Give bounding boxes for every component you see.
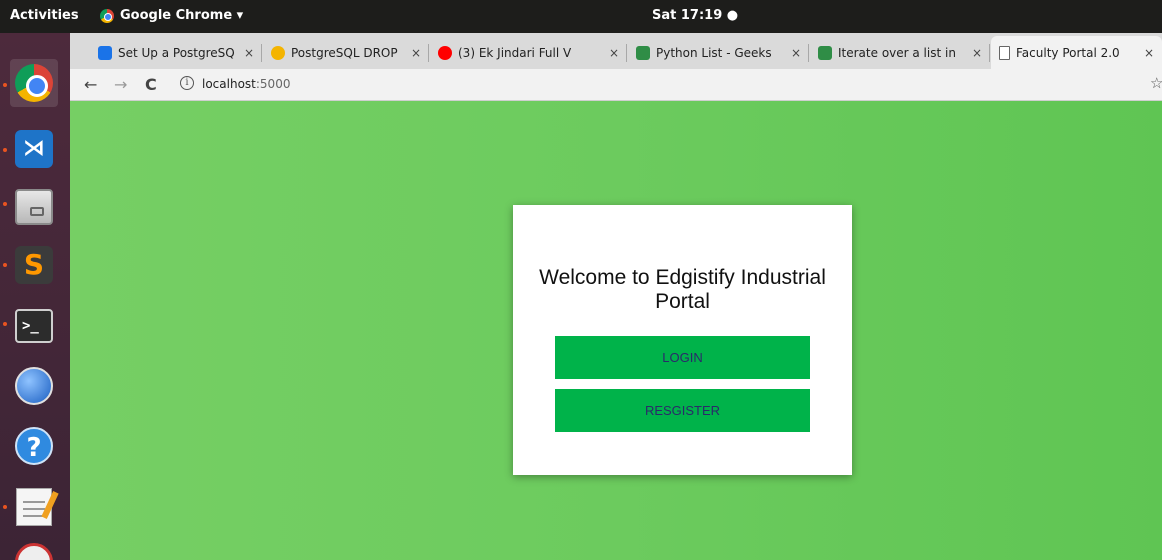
url-port: :5000: [255, 77, 291, 91]
running-indicator: [3, 202, 7, 206]
tab-iterate-list[interactable]: Iterate over a list in ×: [810, 36, 990, 69]
tab-favicon-icon: [98, 45, 112, 60]
tab-favicon-icon: [271, 45, 285, 60]
tab-postgres-setup[interactable]: Set Up a PostgreSQ ×: [90, 36, 262, 69]
running-indicator: [3, 263, 7, 267]
tab-python-list[interactable]: Python List - Geeks ×: [628, 36, 809, 69]
page-content: Welcome to Edgistify Industrial Portal L…: [70, 101, 1162, 560]
close-icon[interactable]: ×: [972, 46, 982, 60]
running-indicator: [3, 148, 7, 152]
youtube-icon: [438, 45, 452, 60]
app-menu[interactable]: Google Chrome ▾: [100, 8, 243, 23]
clock[interactable]: Sat 17:19 ●: [652, 8, 738, 23]
terminal-icon: >_: [15, 309, 53, 343]
thunderbird-icon: [15, 367, 53, 405]
tab-title: PostgreSQL DROP: [291, 45, 398, 60]
dock-terminal[interactable]: >_: [10, 302, 58, 350]
reload-button[interactable]: C: [145, 75, 157, 94]
tab-title: Set Up a PostgreSQ: [118, 45, 235, 60]
dock-files[interactable]: [10, 183, 58, 231]
running-indicator: [3, 83, 7, 87]
chrome-icon: [100, 8, 114, 23]
help-icon: ?: [15, 427, 53, 465]
tab-title: Python List - Geeks: [656, 45, 772, 60]
tab-title: Iterate over a list in: [838, 45, 956, 60]
browser-toolbar: ← → C i localhost:5000 ☆: [70, 69, 1162, 101]
app-menu-label: Google Chrome ▾: [120, 8, 244, 23]
tab-postgres-drop[interactable]: PostgreSQL DROP ×: [263, 36, 429, 69]
app-icon: [15, 543, 53, 560]
close-icon[interactable]: ×: [411, 46, 421, 60]
register-button[interactable]: RESGISTER: [555, 389, 810, 432]
dock-text-editor[interactable]: [10, 483, 58, 531]
chrome-icon: [15, 64, 53, 102]
text-editor-icon: [16, 488, 52, 526]
dock: ⋊ S >_ ?: [0, 33, 70, 560]
close-icon[interactable]: ×: [1144, 46, 1154, 60]
tab-faculty-portal[interactable]: Faculty Portal 2.0 ×: [991, 36, 1162, 69]
tab-youtube[interactable]: (3) Ek Jindari Full V ×: [430, 36, 627, 69]
back-button[interactable]: ←: [84, 75, 97, 94]
running-indicator: [3, 505, 7, 509]
page-title: Welcome to Edgistify Industrial Portal: [539, 266, 826, 313]
dock-partial-app[interactable]: [10, 538, 58, 560]
bookmark-star-icon[interactable]: ☆: [1150, 74, 1162, 92]
geeksforgeeks-icon: [636, 45, 650, 60]
vscode-icon: ⋊: [15, 130, 53, 168]
dock-chrome[interactable]: [10, 59, 58, 107]
welcome-card: Welcome to Edgistify Industrial Portal L…: [513, 205, 852, 475]
dock-help[interactable]: ?: [10, 422, 58, 470]
page-icon: [999, 45, 1010, 60]
close-icon[interactable]: ×: [609, 46, 619, 60]
forward-button[interactable]: →: [114, 75, 127, 94]
tab-title: (3) Ek Jindari Full V: [458, 45, 572, 60]
system-top-bar: Activities Google Chrome ▾ Sat 17:19 ●: [0, 0, 1162, 33]
address-bar[interactable]: localhost:5000: [202, 77, 290, 91]
sublime-icon: S: [15, 246, 53, 284]
site-info-icon[interactable]: i: [180, 76, 194, 90]
tab-strip: Set Up a PostgreSQ × PostgreSQL DROP × (…: [70, 33, 1162, 69]
close-icon[interactable]: ×: [791, 46, 801, 60]
activities-button[interactable]: Activities: [10, 8, 79, 23]
running-indicator: [3, 322, 7, 326]
dock-sublime[interactable]: S: [10, 241, 58, 289]
login-button[interactable]: LOGIN: [555, 336, 810, 379]
dock-vscode[interactable]: ⋊: [10, 125, 58, 173]
close-icon[interactable]: ×: [244, 46, 254, 60]
geeksforgeeks-icon: [818, 45, 832, 60]
dock-thunderbird[interactable]: [10, 362, 58, 410]
url-host: localhost: [202, 77, 256, 91]
tab-title: Faculty Portal 2.0: [1016, 45, 1120, 60]
files-icon: [15, 189, 53, 225]
